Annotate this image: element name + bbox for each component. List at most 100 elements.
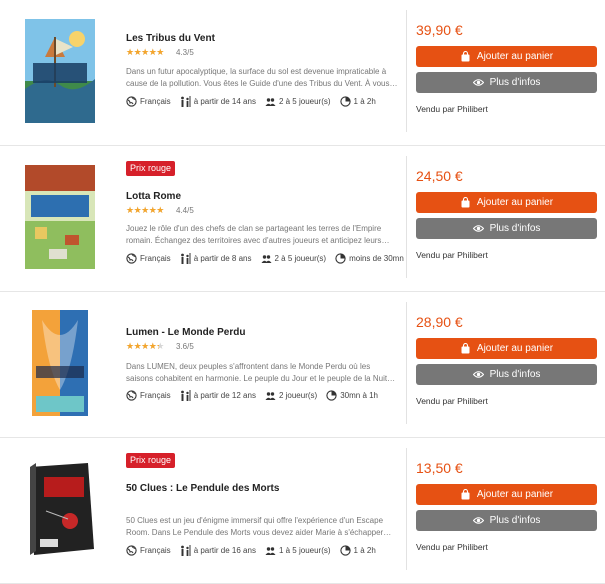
product-description: Dans LUMEN, deux peuples s'affrontent da…	[126, 362, 388, 383]
price: 28,90 €	[416, 314, 463, 330]
meta-language: Français	[126, 96, 171, 107]
rating-score: 4.3/5	[176, 47, 194, 57]
box-art-tribus	[25, 19, 95, 123]
age-icon	[180, 390, 191, 401]
product-title[interactable]: Les Tribus du Vent	[126, 33, 215, 44]
more-info-button[interactable]: Plus d'infos	[416, 72, 597, 93]
rating-stars-filled: ★★★★★	[126, 205, 164, 215]
meta-duration: 1 à 2h	[339, 545, 376, 556]
meta-language: Français	[126, 253, 171, 264]
seller: Vendu par Philibert	[416, 250, 488, 260]
product-description: 50 Clues est un jeu d'énigme immersif qu…	[126, 516, 384, 537]
bag-icon	[460, 197, 471, 208]
rating-stars: ★★★★★ ★★★★★	[126, 47, 172, 57]
product-info: Prix rouge 50 Clues : Le Pendule des Mor…	[126, 438, 398, 584]
product-description: Dans un futur apocalyptique, la surface …	[126, 67, 390, 88]
players-icon	[265, 390, 276, 401]
bag-icon	[460, 489, 471, 500]
product-title[interactable]: 50 Clues : Le Pendule des Morts	[126, 483, 279, 494]
more-info-button[interactable]: Plus d'infos	[416, 510, 597, 531]
meta-age: à partir de 8 ans	[180, 253, 252, 264]
row-divider	[406, 302, 407, 424]
box-art-50-clues	[30, 463, 94, 555]
product-image[interactable]	[8, 10, 112, 132]
eye-icon	[472, 77, 484, 88]
purchase-panel: 13,50 € Ajouter au panier Plus d'infos V…	[416, 438, 598, 584]
product-title[interactable]: Lotta Rome	[126, 191, 181, 202]
rating-score: 3.6/5	[176, 341, 194, 351]
add-to-cart-button[interactable]: Ajouter au panier	[416, 338, 597, 359]
meta-players: 2 joueur(s)	[265, 390, 317, 401]
more-info-button[interactable]: Plus d'infos	[416, 218, 597, 239]
product-meta: Français à partir de 12 ans 2 joueur(s) …	[126, 390, 387, 401]
add-to-cart-button[interactable]: Ajouter au panier	[416, 46, 597, 67]
bag-icon	[460, 51, 471, 62]
clock-icon	[339, 545, 351, 556]
globe-icon	[126, 545, 137, 556]
product-rating: ★★★★★ ★★★★★ 4.4/5	[126, 204, 194, 216]
globe-icon	[126, 253, 137, 264]
eye-icon	[472, 223, 484, 234]
row-divider	[406, 448, 407, 570]
product-row: Les Tribus du Vent ★★★★★ ★★★★★ 4.3/5 Dan…	[0, 0, 605, 146]
age-icon	[180, 545, 191, 556]
product-meta: Français à partir de 14 ans 2 à 5 joueur…	[126, 96, 385, 107]
product-rating: ★★★★★ ★★★★★ 4.3/5	[126, 46, 194, 58]
clock-icon	[339, 96, 351, 107]
purchase-panel: 28,90 € Ajouter au panier Plus d'infos V…	[416, 292, 598, 438]
meta-duration: moins de 30mn	[335, 253, 404, 264]
seller: Vendu par Philibert	[416, 542, 488, 552]
price: 39,90 €	[416, 22, 463, 38]
rating-stars-filled: ★★★★★	[126, 341, 159, 351]
product-image[interactable]	[8, 448, 112, 570]
box-art-lotta-rome	[25, 165, 95, 269]
meta-language: Français	[126, 545, 171, 556]
age-icon	[180, 96, 191, 107]
row-divider	[406, 156, 407, 278]
meta-age: à partir de 16 ans	[180, 545, 256, 556]
eye-icon	[472, 369, 484, 380]
product-description: Jouez le rôle d'un des chefs de clan se …	[126, 224, 382, 245]
meta-language: Français	[126, 390, 171, 401]
promo-badge: Prix rouge	[126, 161, 176, 176]
product-row: Prix rouge 50 Clues : Le Pendule des Mor…	[0, 438, 605, 584]
price: 13,50 €	[416, 460, 463, 476]
product-image[interactable]	[8, 302, 112, 424]
row-divider	[406, 10, 407, 132]
product-info: Les Tribus du Vent ★★★★★ ★★★★★ 4.3/5 Dan…	[126, 0, 398, 146]
rating-stars: ★★★★★ ★★★★★	[126, 205, 172, 215]
add-to-cart-button[interactable]: Ajouter au panier	[416, 192, 597, 213]
bag-icon	[460, 343, 471, 354]
meta-players: 1 à 5 joueur(s)	[265, 545, 331, 556]
clock-icon	[335, 253, 346, 264]
box-art-lumen	[32, 310, 88, 416]
globe-icon	[126, 390, 137, 401]
players-icon	[265, 545, 276, 556]
add-to-cart-button[interactable]: Ajouter au panier	[416, 484, 597, 505]
meta-age: à partir de 12 ans	[180, 390, 256, 401]
more-info-button[interactable]: Plus d'infos	[416, 364, 597, 385]
age-icon	[180, 253, 191, 264]
product-row: Prix rouge Lotta Rome ★★★★★ ★★★★★ 4.4/5 …	[0, 146, 605, 292]
rating-score: 4.4/5	[176, 205, 194, 215]
meta-duration: 30mn à 1h	[326, 390, 378, 401]
product-title[interactable]: Lumen - Le Monde Perdu	[126, 327, 245, 338]
product-image[interactable]	[8, 156, 112, 278]
product-meta: Français à partir de 8 ans 2 à 5 joueur(…	[126, 253, 413, 264]
price: 24,50 €	[416, 168, 463, 184]
seller: Vendu par Philibert	[416, 396, 488, 406]
rating-stars: ★★★★★ ★★★★★	[126, 341, 172, 351]
product-row: Lumen - Le Monde Perdu ★★★★★ ★★★★★ 3.6/5…	[0, 292, 605, 438]
product-rating: ★★★★★ ★★★★★ 3.6/5	[126, 340, 194, 352]
meta-duration: 1 à 2h	[339, 96, 376, 107]
purchase-panel: 39,90 € Ajouter au panier Plus d'infos V…	[416, 0, 598, 146]
product-list: Les Tribus du Vent ★★★★★ ★★★★★ 4.3/5 Dan…	[0, 0, 605, 584]
meta-players: 2 à 5 joueur(s)	[261, 253, 326, 264]
eye-icon	[472, 515, 484, 526]
product-info: Prix rouge Lotta Rome ★★★★★ ★★★★★ 4.4/5 …	[126, 146, 404, 292]
product-meta: Français à partir de 16 ans 1 à 5 joueur…	[126, 545, 385, 556]
purchase-panel: 24,50 € Ajouter au panier Plus d'infos V…	[416, 146, 598, 292]
players-icon	[261, 253, 272, 264]
product-info: Lumen - Le Monde Perdu ★★★★★ ★★★★★ 3.6/5…	[126, 292, 398, 438]
players-icon	[265, 96, 276, 107]
